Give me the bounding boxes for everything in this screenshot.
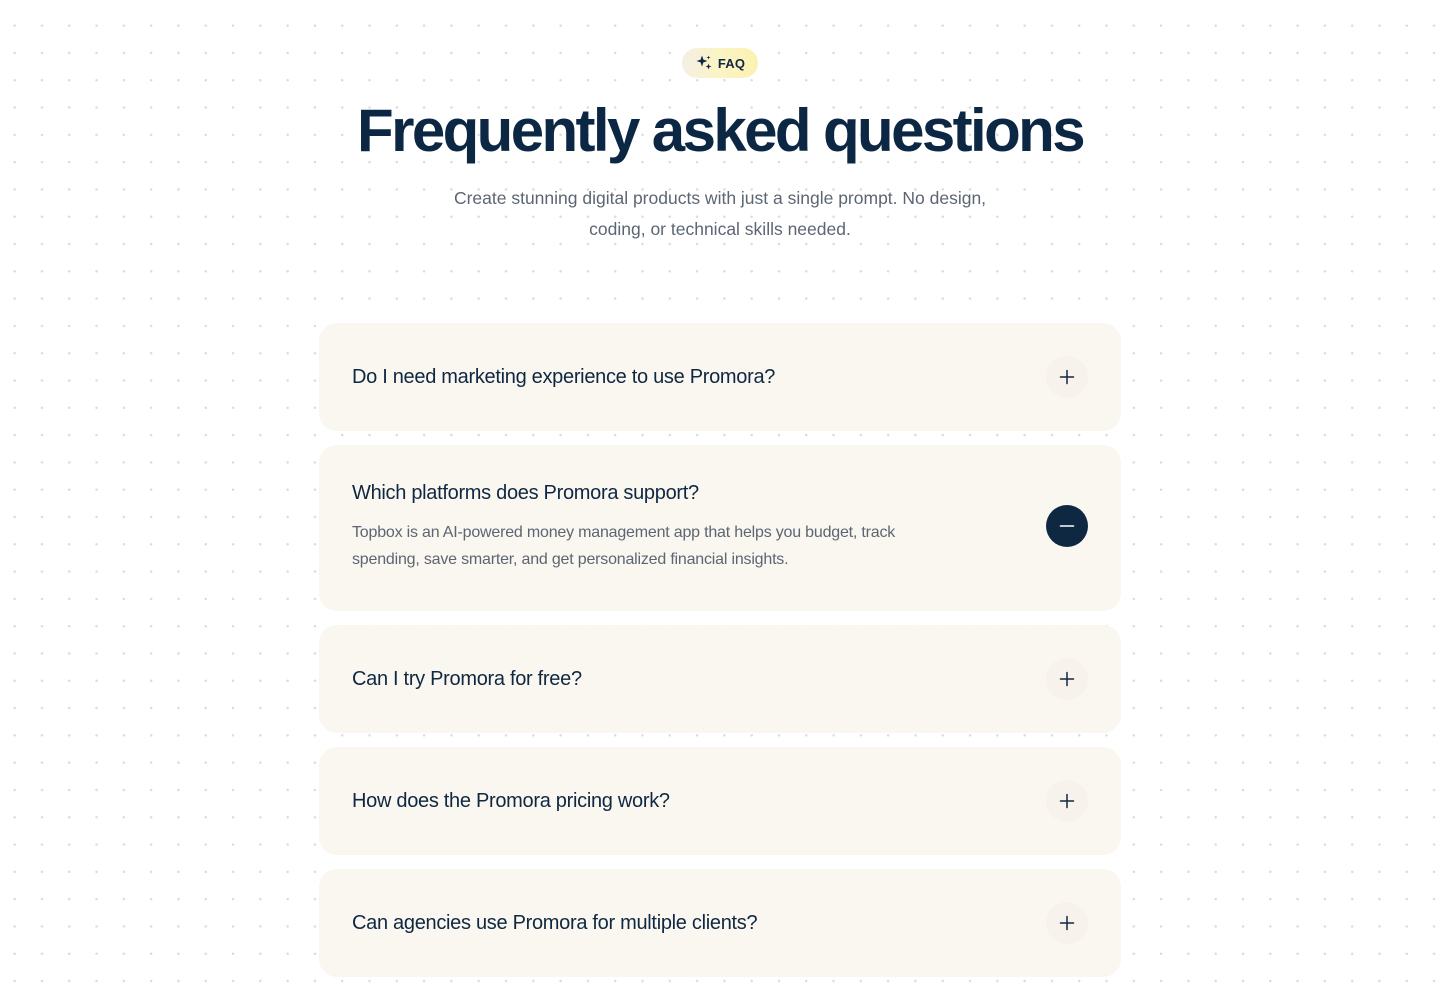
faq-badge-label: FAQ — [717, 55, 746, 71]
faq-badge: FAQ — [682, 48, 758, 78]
expand-button[interactable] — [1046, 902, 1088, 944]
faq-question[interactable]: Which platforms does Promora support? — [352, 480, 699, 506]
faq-item-platforms[interactable]: Which platforms does Promora support? To… — [319, 445, 1121, 611]
page-title: Frequently asked questions — [357, 97, 1086, 164]
plus-icon — [1059, 793, 1075, 809]
faq-answer: Topbox is an AI-powered money management… — [352, 524, 896, 568]
faq-question[interactable]: Can I try Promora for free? — [352, 666, 582, 692]
plus-icon — [1059, 915, 1075, 931]
faq-list: Do I need marketing experience to use Pr… — [319, 323, 1121, 991]
faq-question[interactable]: How does the Promora pricing work? — [352, 788, 670, 814]
minus-icon — [1059, 518, 1075, 534]
expand-button[interactable] — [1046, 658, 1088, 700]
faq-question[interactable]: Can agencies use Promora for multiple cl… — [352, 910, 758, 936]
sparkle-icon — [695, 54, 713, 72]
collapse-button[interactable] — [1046, 505, 1088, 547]
expand-button[interactable] — [1046, 356, 1088, 398]
faq-question[interactable]: Do I need marketing experience to use Pr… — [352, 364, 775, 390]
faq-item-marketing-experience[interactable]: Do I need marketing experience to use Pr… — [319, 323, 1121, 431]
expand-button[interactable] — [1046, 780, 1088, 822]
faq-item-agencies[interactable]: Can agencies use Promora for multiple cl… — [319, 869, 1121, 977]
page-subtitle: Create stunning digital products with ju… — [453, 188, 987, 239]
faq-item-free-trial[interactable]: Can I try Promora for free? — [319, 625, 1121, 733]
plus-icon — [1059, 369, 1075, 385]
faq-item-pricing[interactable]: How does the Promora pricing work? — [319, 747, 1121, 855]
plus-icon — [1059, 671, 1075, 687]
